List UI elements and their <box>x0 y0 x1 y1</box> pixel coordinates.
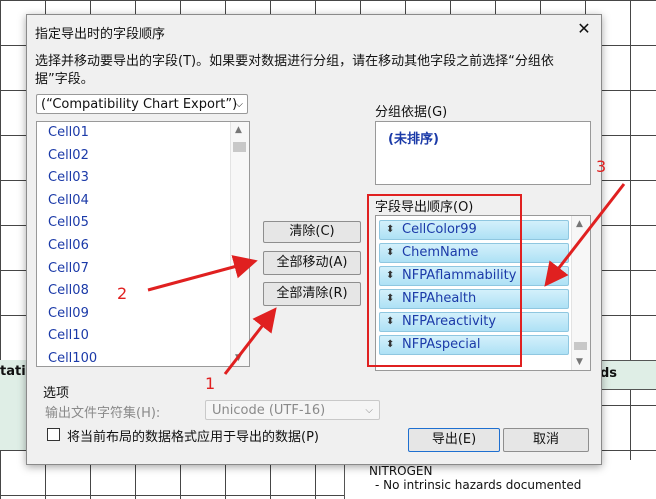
arrow-3 <box>544 183 626 287</box>
arrow-2 <box>147 255 258 292</box>
annotation-arrows <box>147 183 626 375</box>
arrow-1 <box>223 307 277 375</box>
